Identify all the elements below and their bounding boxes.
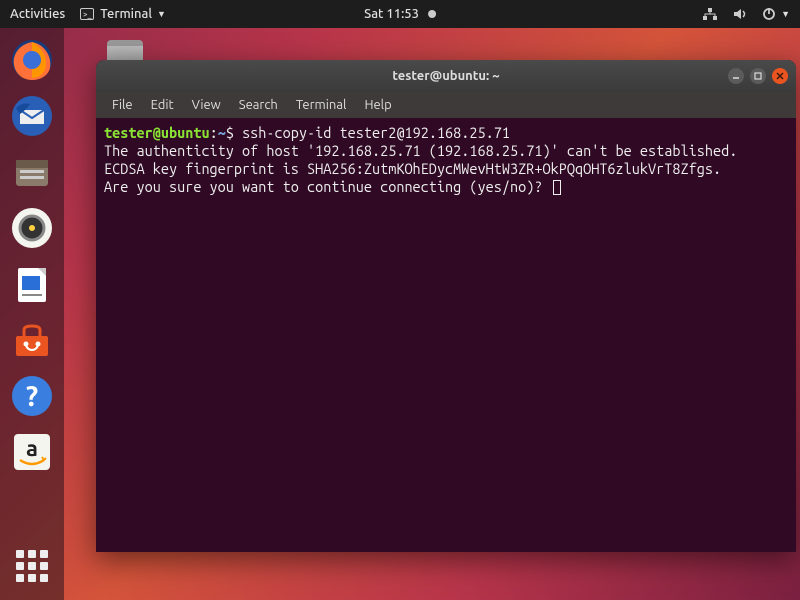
- menu-file[interactable]: File: [104, 95, 141, 115]
- network-icon[interactable]: [702, 7, 718, 21]
- terminal-cursor: [553, 180, 561, 195]
- prompt-user-host: tester@ubuntu: [104, 124, 210, 141]
- maximize-button[interactable]: [750, 68, 766, 84]
- dock-thunderbird[interactable]: [8, 92, 56, 140]
- svg-text:>_: >_: [83, 10, 92, 19]
- dock-help[interactable]: ?: [8, 372, 56, 420]
- terminal-window: tester@ubuntu: ~ File Edit View Search T…: [96, 60, 796, 552]
- command-text: ssh-copy-id tester2@192.168.25.71: [242, 124, 510, 141]
- volume-icon[interactable]: [732, 7, 748, 21]
- prompt-symbol: $: [226, 124, 234, 141]
- output-line: ECDSA key fingerprint is SHA256:ZutmKOhE…: [104, 160, 721, 177]
- dock-files[interactable]: [8, 148, 56, 196]
- dock-ubuntu-software[interactable]: [8, 316, 56, 364]
- menu-view[interactable]: View: [184, 95, 229, 115]
- current-app-label: Terminal: [100, 7, 152, 21]
- recording-indicator-icon: [428, 10, 436, 18]
- dock-firefox[interactable]: [8, 36, 56, 84]
- output-line: Are you sure you want to continue connec…: [104, 178, 551, 195]
- prompt-path: ~: [218, 124, 226, 141]
- menu-terminal[interactable]: Terminal: [288, 95, 355, 115]
- dock-amazon[interactable]: a: [8, 428, 56, 476]
- terminal-content[interactable]: tester@ubuntu:~$ ssh-copy-id tester2@192…: [96, 118, 796, 552]
- dock-libreoffice-writer[interactable]: [8, 260, 56, 308]
- minimize-button[interactable]: [728, 68, 744, 84]
- prompt-colon: :: [210, 124, 218, 141]
- show-applications-button[interactable]: [8, 542, 56, 590]
- dropdown-arrow-icon: ▼: [781, 9, 790, 19]
- close-button[interactable]: [772, 68, 788, 84]
- activities-button[interactable]: Activities: [10, 7, 65, 21]
- window-titlebar[interactable]: tester@ubuntu: ~: [96, 60, 796, 92]
- launcher-dock: ? a: [0, 28, 64, 600]
- output-line: The authenticity of host '192.168.25.71 …: [104, 142, 737, 159]
- menu-help[interactable]: Help: [356, 95, 399, 115]
- terminal-menubar: File Edit View Search Terminal Help: [96, 92, 796, 118]
- current-app-menu[interactable]: >_ Terminal ▼: [79, 7, 166, 21]
- window-title: tester@ubuntu: ~: [392, 69, 499, 83]
- dock-rhythmbox[interactable]: [8, 204, 56, 252]
- svg-text:?: ?: [26, 381, 38, 412]
- dropdown-arrow-icon: ▼: [157, 9, 166, 19]
- svg-text:a: a: [26, 436, 38, 461]
- menu-edit[interactable]: Edit: [143, 95, 182, 115]
- terminal-icon: >_: [79, 7, 95, 21]
- power-menu[interactable]: ▼: [762, 7, 790, 21]
- clock[interactable]: Sat 11:53: [364, 7, 436, 21]
- top-panel: Activities >_ Terminal ▼ Sat 11:53 ▼: [0, 0, 800, 28]
- menu-search[interactable]: Search: [231, 95, 286, 115]
